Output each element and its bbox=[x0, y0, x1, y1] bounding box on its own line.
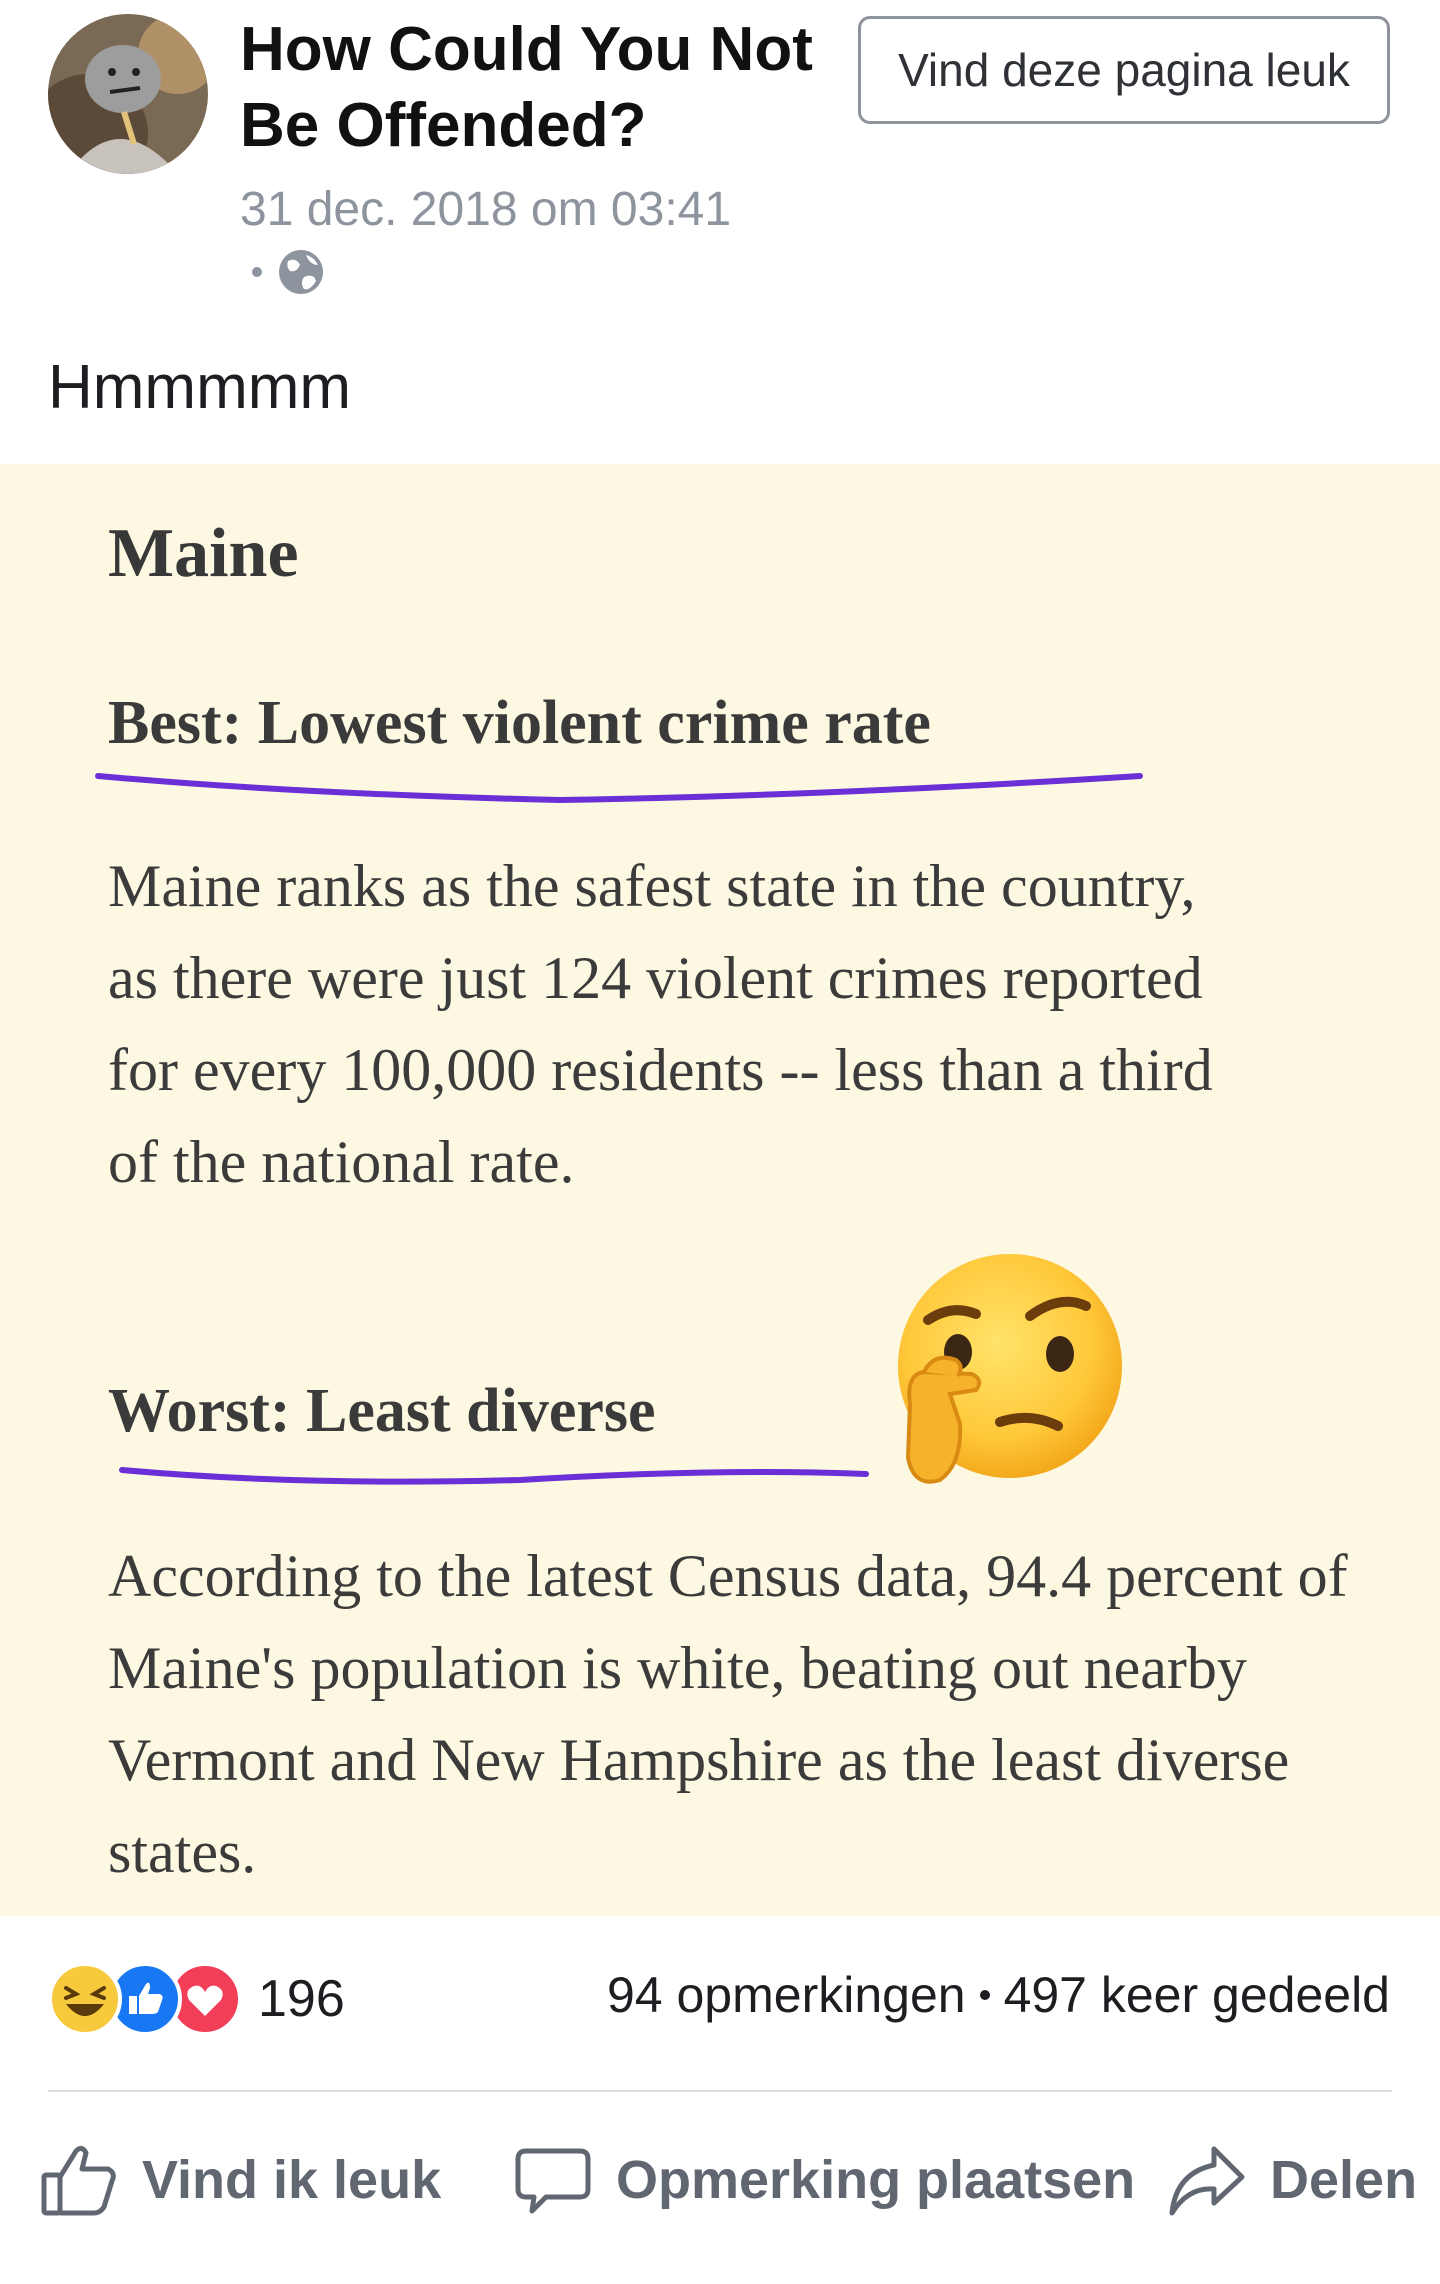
thumbs-up-icon bbox=[41, 2145, 116, 2216]
divider bbox=[48, 2090, 1392, 2092]
reaction-count: 196 bbox=[258, 1970, 345, 2028]
thinking-face-emoji bbox=[898, 1254, 1122, 1484]
reactions-summary[interactable]: 196 bbox=[48, 1962, 345, 2036]
worst-heading: Worst: Least diverse bbox=[108, 1377, 656, 1445]
privacy-row bbox=[252, 244, 326, 300]
engagement-stats: 94 opmerkingen 497 keer gedeeld bbox=[607, 1966, 1390, 2024]
best-paragraph: Maine ranks as the safest state in the c… bbox=[108, 853, 1213, 1195]
laughing-reaction-icon bbox=[48, 1962, 122, 2036]
share-count[interactable]: 497 keer gedeeld bbox=[1004, 1966, 1390, 2024]
separator-dot bbox=[979, 1990, 990, 2000]
share-button[interactable]: Delen bbox=[1166, 2130, 1417, 2230]
like-button-label: Vind ik leuk bbox=[142, 2150, 442, 2210]
separator-dot bbox=[252, 267, 262, 277]
comment-count[interactable]: 94 opmerkingen bbox=[607, 1966, 966, 2024]
page-avatar[interactable] bbox=[48, 14, 208, 174]
like-button[interactable]: Vind ik leuk bbox=[38, 2130, 441, 2230]
like-page-button[interactable]: Vind deze pagina leuk bbox=[858, 16, 1390, 124]
comment-button-label: Opmerking plaatsen bbox=[616, 2150, 1136, 2210]
article-state-title: Maine bbox=[108, 515, 299, 592]
worst-paragraph: According to the latest Census data, 94.… bbox=[108, 1543, 1348, 1885]
speech-bubble-icon bbox=[515, 2148, 591, 2214]
post-text: Hmmmmm bbox=[48, 353, 352, 422]
page-name[interactable]: How Could You Not Be Offended? bbox=[240, 12, 830, 164]
avatar-image bbox=[48, 14, 208, 174]
best-heading: Best: Lowest violent crime rate bbox=[108, 689, 931, 757]
shared-article-image[interactable]: Maine Best: Lowest violent crime rate Ma… bbox=[0, 464, 1440, 1916]
share-arrow-icon bbox=[1169, 2146, 1245, 2216]
post-timestamp[interactable]: 31 dec. 2018 om 03:41 bbox=[240, 182, 731, 237]
share-button-label: Delen bbox=[1270, 2150, 1418, 2210]
comment-button[interactable]: Opmerking plaatsen bbox=[512, 2130, 1135, 2230]
globe-icon[interactable] bbox=[276, 247, 326, 297]
